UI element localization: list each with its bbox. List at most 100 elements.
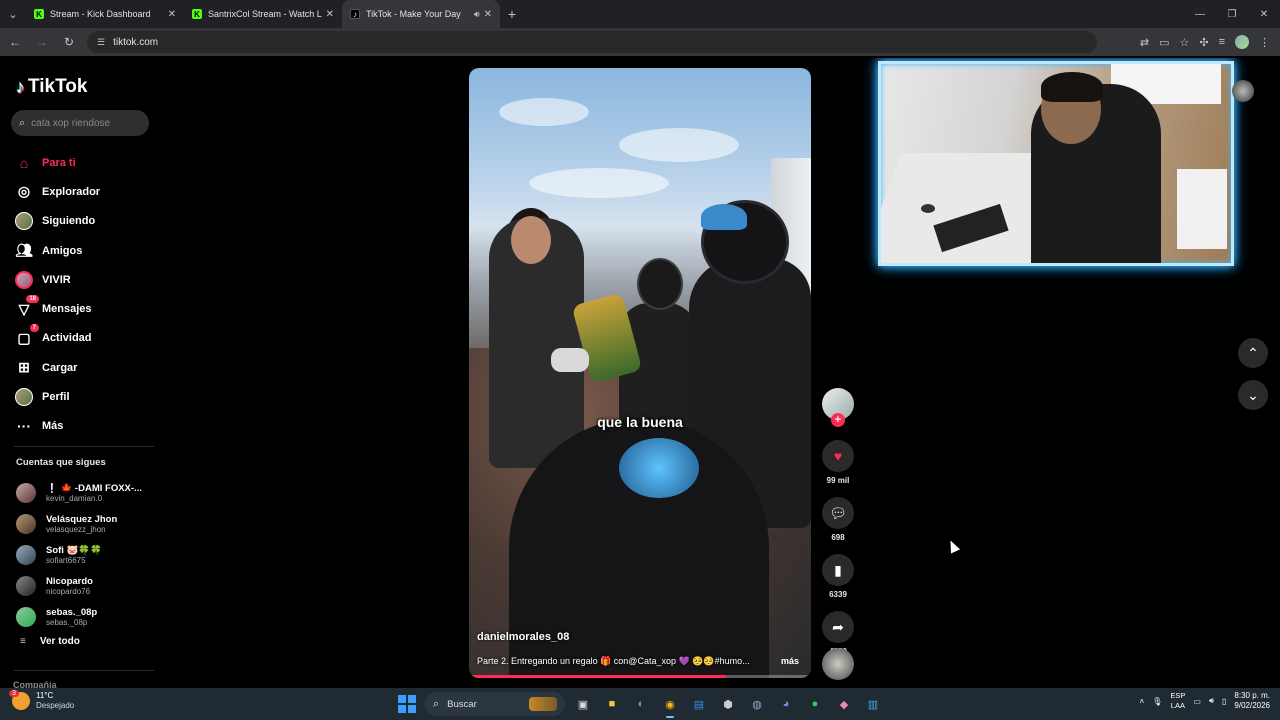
like-button[interactable]: ♥ 99 mil (820, 440, 856, 485)
app-icon[interactable]: ◆ (833, 693, 855, 715)
volume-icon[interactable]: 🔊︎ (1209, 696, 1214, 706)
taskbar-search-label: Buscar (447, 698, 477, 710)
clock-time: 8:30 p. m. (1234, 691, 1270, 700)
tab-kick-dashboard[interactable]: K Stream - Kick Dashboard ✕ (26, 0, 184, 28)
following-account[interactable]: Sofi 🐷🍀🍀 sofiart6675 (16, 540, 156, 571)
edge-icon[interactable]: ◐ (630, 693, 652, 715)
site-info-icon[interactable]: ☰ (97, 37, 105, 48)
avatar (16, 606, 36, 627)
nav-item-actividad[interactable]: ▢ 7 Actividad (14, 324, 154, 353)
back-button[interactable]: ← (3, 30, 27, 54)
following-avatar-icon (14, 211, 34, 231)
start-button[interactable] (396, 693, 418, 715)
close-icon[interactable]: ✕ (484, 9, 492, 20)
browser-toolbar: ← → ↻ ☰ tiktok.com ⇄ ▭ ☆ ✣ ≡ ⋮ (0, 28, 1280, 56)
avatar (16, 483, 36, 504)
tab-title: Stream - Kick Dashboard (50, 9, 151, 19)
clock[interactable]: 8:30 p. m. 9/02/2026 (1234, 691, 1270, 711)
nav-label: Más (42, 420, 64, 433)
nav-item-amigos[interactable]: 👥︎ Amigos (14, 236, 154, 265)
comment-button[interactable]: 💬︎ 698 (820, 497, 856, 542)
close-icon[interactable]: ✕ (168, 9, 176, 20)
account-handle: velasquezz_jhon (46, 525, 106, 535)
chrome-icon[interactable]: ◉ (659, 693, 681, 718)
spotify-icon[interactable]: ● (804, 693, 826, 715)
weather-widget[interactable]: 3 11°C Despejado (9, 690, 74, 711)
home-icon: ⌂ (19, 154, 29, 171)
see-all-link[interactable]: ≡ Ver todo (20, 636, 80, 647)
account-handle: kevin_damian.0 (46, 494, 103, 504)
follow-plus-icon[interactable]: + (831, 413, 845, 427)
search-box[interactable]: ⌕ (11, 110, 149, 136)
video-figure (701, 204, 747, 230)
tab-search-menu-icon[interactable]: ⌄ (0, 0, 26, 28)
video-author[interactable]: danielmorales_08 (477, 631, 569, 643)
gift (551, 348, 589, 372)
following-account[interactable]: ❕ 🍁 -DAMI FOXX-... kevin_damian.0 (16, 478, 156, 509)
bookmark-icon: ▮ (822, 554, 854, 586)
nav-item-para-ti[interactable]: ⌂ Para ti (14, 148, 154, 177)
nav-label: Amigos (42, 244, 83, 257)
nav-item-vivir[interactable]: VIVIR (14, 265, 154, 294)
next-video-button[interactable]: ⌄ (1238, 380, 1268, 410)
forward-button[interactable]: → (30, 30, 54, 54)
kick-icon: K (34, 9, 44, 19)
cast-icon[interactable]: ▭ (1159, 36, 1169, 49)
nav-item-explorador[interactable]: ◎ Explorador (14, 177, 154, 206)
nav-label: Siguiendo (42, 215, 96, 228)
video-progress-bar[interactable] (469, 675, 811, 678)
kebab-menu-icon[interactable]: ⋮ (1259, 36, 1270, 49)
nav-item-cargar[interactable]: ⊞ Cargar (14, 353, 154, 382)
language-indicator[interactable]: ESP LAA (1170, 691, 1185, 711)
extensions-icon[interactable]: ✣ (1199, 36, 1208, 49)
new-tab-button[interactable]: + (500, 0, 524, 28)
account-name: Sofi 🐷🍀🍀 (46, 544, 103, 556)
discord-icon[interactable]: ◕ (775, 693, 797, 715)
nav-item-mensajes[interactable]: ▽ 18 Mensajes (14, 294, 154, 323)
more-link[interactable]: más (781, 656, 799, 666)
search-input[interactable] (31, 117, 132, 129)
music-disc-avatar[interactable] (822, 648, 854, 680)
friends-icon: 👥︎ (15, 242, 33, 259)
steam-icon[interactable]: ◍ (746, 693, 768, 715)
chevron-up-icon[interactable]: ˄ (1140, 697, 1145, 706)
nav-item-perfil[interactable]: Perfil (14, 382, 154, 411)
nav-item-mas[interactable]: ··· Más (14, 412, 154, 441)
live-avatar-icon (14, 270, 34, 290)
sidebar: ♪ TikTok ⌕ ⌂ Para ti ◎ Explorador Siguie… (0, 58, 160, 688)
speaker-icon[interactable]: 🔊︎ (474, 9, 480, 20)
save-button[interactable]: ▮ 6339 (820, 554, 856, 599)
network-icon[interactable]: ▭ (1193, 697, 1201, 706)
media-control-icon[interactable]: ≡ (1219, 36, 1225, 48)
address-bar[interactable]: ☰ tiktok.com (87, 31, 1097, 53)
file-explorer-icon[interactable]: ■ (601, 693, 623, 715)
video-player[interactable]: que la buena danielmorales_08 Parte 2. E… (469, 68, 811, 678)
previous-video-button[interactable]: ⌃ (1238, 338, 1268, 368)
close-window-icon[interactable]: ✕ (1248, 0, 1280, 28)
cloud (529, 168, 669, 198)
bookmark-star-icon[interactable]: ☆ (1179, 36, 1189, 49)
store-icon[interactable]: ▤ (688, 693, 710, 715)
following-account[interactable]: Nicopardo nicopardo76 (16, 570, 156, 601)
battery-icon[interactable]: ▯ (1222, 697, 1226, 706)
author-avatar[interactable]: + (822, 388, 854, 427)
taskbar-search[interactable]: ⌕ Buscar (425, 692, 565, 716)
following-account[interactable]: Velásquez Jhon velasquezz_jhon (16, 509, 156, 540)
see-all-label: Ver todo (39, 636, 80, 647)
nav-item-siguiendo[interactable]: Siguiendo (14, 207, 154, 236)
tab-tiktok[interactable]: ♪ TikTok - Make Your Day 🔊︎ ✕ (342, 0, 500, 28)
profile-avatar[interactable] (1235, 35, 1249, 49)
obs-icon[interactable]: ⬢ (717, 693, 739, 715)
task-view-icon[interactable]: ▣ (572, 693, 594, 715)
microphone-icon[interactable]: 🎙︎ (1152, 697, 1162, 706)
reload-button[interactable]: ↻ (57, 30, 81, 54)
restore-icon[interactable]: ❐ (1216, 0, 1248, 28)
following-account[interactable]: sebas._08p sebas._08p (16, 601, 156, 632)
tiktok-logo[interactable]: ♪ TikTok (16, 76, 87, 98)
minimize-icon[interactable]: — (1184, 0, 1216, 28)
close-icon[interactable]: ✕ (326, 9, 334, 20)
notepad-icon[interactable]: ▥ (862, 693, 884, 715)
translate-icon[interactable]: ⇄ (1140, 36, 1149, 49)
tab-santrixcol-stream[interactable]: K SantrixCol Stream - Watch Live ✕ (184, 0, 342, 28)
cloud (619, 128, 739, 162)
